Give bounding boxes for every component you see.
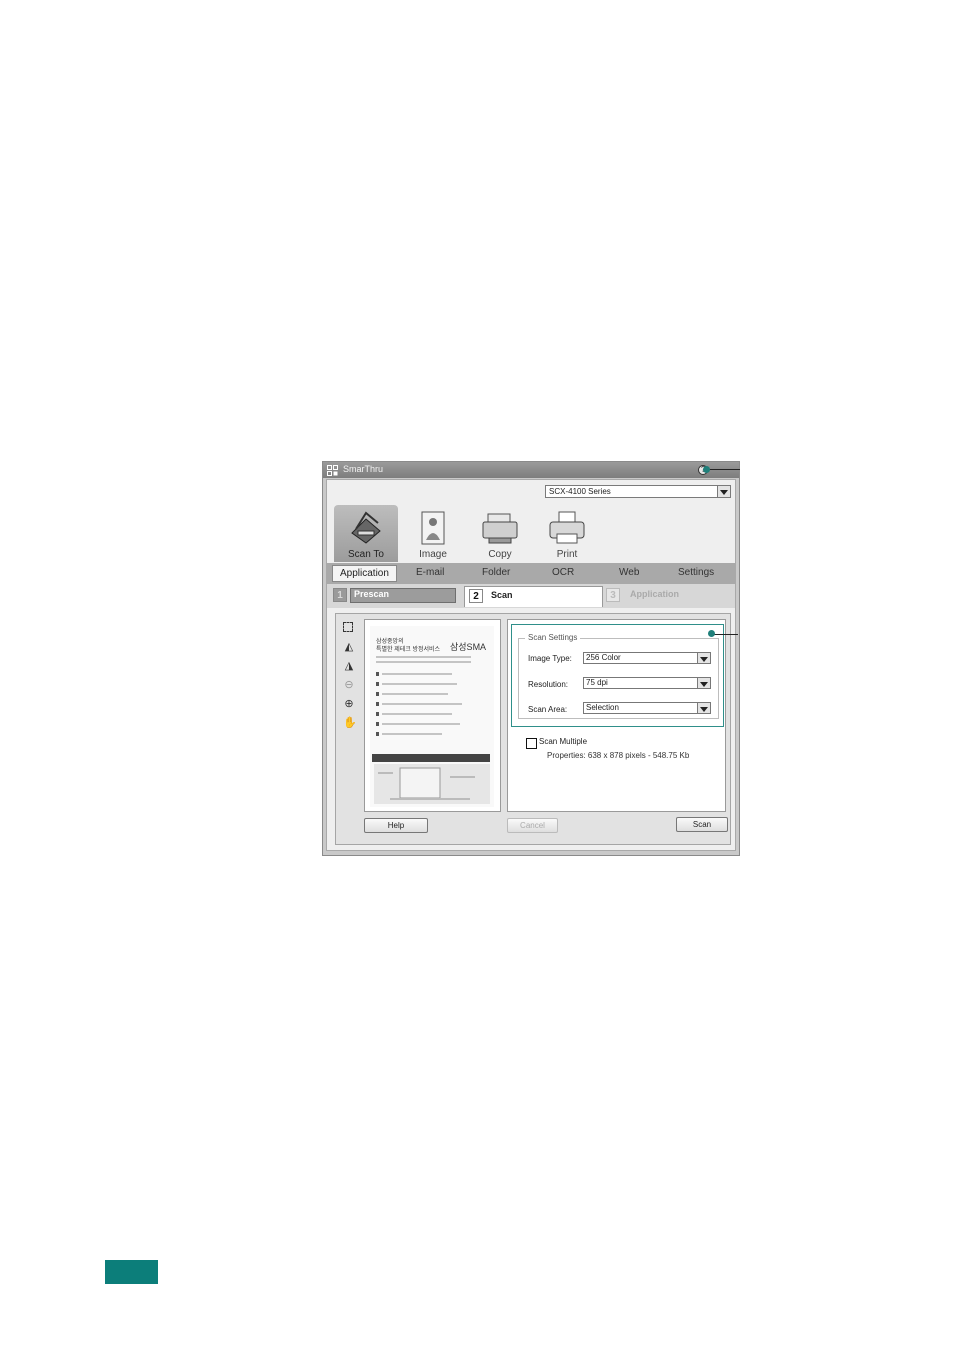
- zoom-out-icon[interactable]: ⊖: [343, 679, 355, 691]
- subnav-web[interactable]: Web: [619, 567, 639, 578]
- preview-document: 삼성중앙의 특별한 제테크 방정서비스 삼성SMA: [370, 626, 494, 807]
- window-title: SmarThru: [343, 464, 384, 474]
- step-label: Scan: [491, 590, 513, 600]
- scan-settings-fieldset: Scan Settings Image Type: 256 Color Reso…: [518, 633, 719, 719]
- content-panel: ◭ ◮ ⊖ ⊕ ✋ 삼성중앙의 특별한 제테크 방정서비스 삼성SMA Scan…: [335, 613, 731, 845]
- chevron-down-icon[interactable]: [717, 486, 730, 497]
- printer-icon: [549, 511, 585, 544]
- tool-label: Copy: [488, 549, 512, 560]
- step-label: Application: [630, 589, 679, 599]
- tool-copy[interactable]: Copy: [468, 505, 532, 562]
- scan-multiple-label: Scan Multiple: [539, 737, 588, 746]
- flip-horizontal-icon[interactable]: ◭: [343, 641, 355, 653]
- scan-area-select[interactable]: Selection: [583, 702, 711, 714]
- callout-line: [712, 634, 738, 635]
- scan-settings-group: Scan Settings Image Type: 256 Color Reso…: [511, 624, 724, 727]
- sub-navigation: Application E-mail Folder OCR Web Settin…: [327, 563, 735, 584]
- tool-label: Image: [419, 549, 447, 560]
- cancel-button: Cancel: [507, 818, 558, 833]
- resolution-label: Resolution:: [528, 680, 569, 689]
- subnav-ocr[interactable]: OCR: [552, 567, 574, 578]
- device-select-value: SCX-4100 Series: [549, 487, 611, 496]
- smarthru-window: SmarThru ? SCX-4100 Series Scan To Image: [322, 461, 740, 856]
- resolution-value: 75 dpi: [586, 678, 608, 687]
- document-thumbnail: [372, 656, 490, 804]
- subnav-application[interactable]: Application: [332, 565, 397, 582]
- step-number: 2: [469, 589, 483, 603]
- step-bar: 1 Prescan 2 Scan 3 Application: [327, 584, 735, 608]
- title-bar: SmarThru ?: [323, 462, 739, 478]
- help-button[interactable]: Help: [364, 818, 428, 833]
- image-type-label: Image Type:: [528, 654, 572, 663]
- page-number-tab: [105, 1260, 158, 1284]
- tool-image[interactable]: Image: [401, 505, 465, 562]
- app-icon: [327, 465, 338, 476]
- image-type-select[interactable]: 256 Color: [583, 652, 711, 664]
- tool-scan-to[interactable]: Scan To: [334, 505, 398, 562]
- tool-label: Print: [556, 549, 578, 560]
- step-label: Prescan: [354, 589, 390, 599]
- chevron-down-icon[interactable]: [697, 678, 710, 688]
- app-body: SCX-4100 Series Scan To Image Copy Print…: [326, 479, 736, 851]
- image-type-value: 256 Color: [586, 653, 621, 662]
- device-select[interactable]: SCX-4100 Series: [545, 485, 731, 498]
- scanner-icon: [351, 511, 381, 544]
- tool-print[interactable]: Print: [535, 505, 599, 562]
- step-scan[interactable]: 2 Scan: [464, 586, 603, 607]
- scan-area-value: Selection: [586, 703, 619, 712]
- chevron-down-icon[interactable]: [697, 703, 710, 713]
- callout-dot: [708, 630, 715, 637]
- callout-dot: [703, 466, 710, 473]
- select-area-icon[interactable]: [343, 622, 353, 632]
- callout-line: [707, 469, 740, 470]
- image-icon: [421, 511, 445, 545]
- scan-button[interactable]: Scan: [676, 817, 728, 832]
- tool-label: Scan To: [348, 549, 384, 560]
- scan-settings-legend: Scan Settings: [525, 633, 581, 642]
- flip-vertical-icon[interactable]: ◮: [343, 660, 355, 672]
- prescan-preview[interactable]: 삼성중앙의 특별한 제테크 방정서비스 삼성SMA: [364, 619, 501, 812]
- step-number: 1: [333, 588, 347, 602]
- hand-pan-icon[interactable]: ✋: [343, 717, 357, 729]
- resolution-select[interactable]: 75 dpi: [583, 677, 711, 689]
- step-number: 3: [606, 588, 620, 602]
- subnav-folder[interactable]: Folder: [482, 567, 510, 578]
- scan-multiple-checkbox[interactable]: [526, 738, 537, 749]
- scan-area-label: Scan Area:: [528, 705, 568, 714]
- subnav-settings[interactable]: Settings: [678, 567, 714, 578]
- subnav-email[interactable]: E-mail: [416, 567, 444, 578]
- chevron-down-icon[interactable]: [697, 653, 710, 663]
- copier-icon: [482, 513, 518, 544]
- zoom-in-icon[interactable]: ⊕: [343, 698, 355, 710]
- settings-panel: Scan Settings Image Type: 256 Color Reso…: [507, 619, 726, 812]
- properties-text: Properties: 638 x 878 pixels - 548.75 Kb: [547, 751, 690, 760]
